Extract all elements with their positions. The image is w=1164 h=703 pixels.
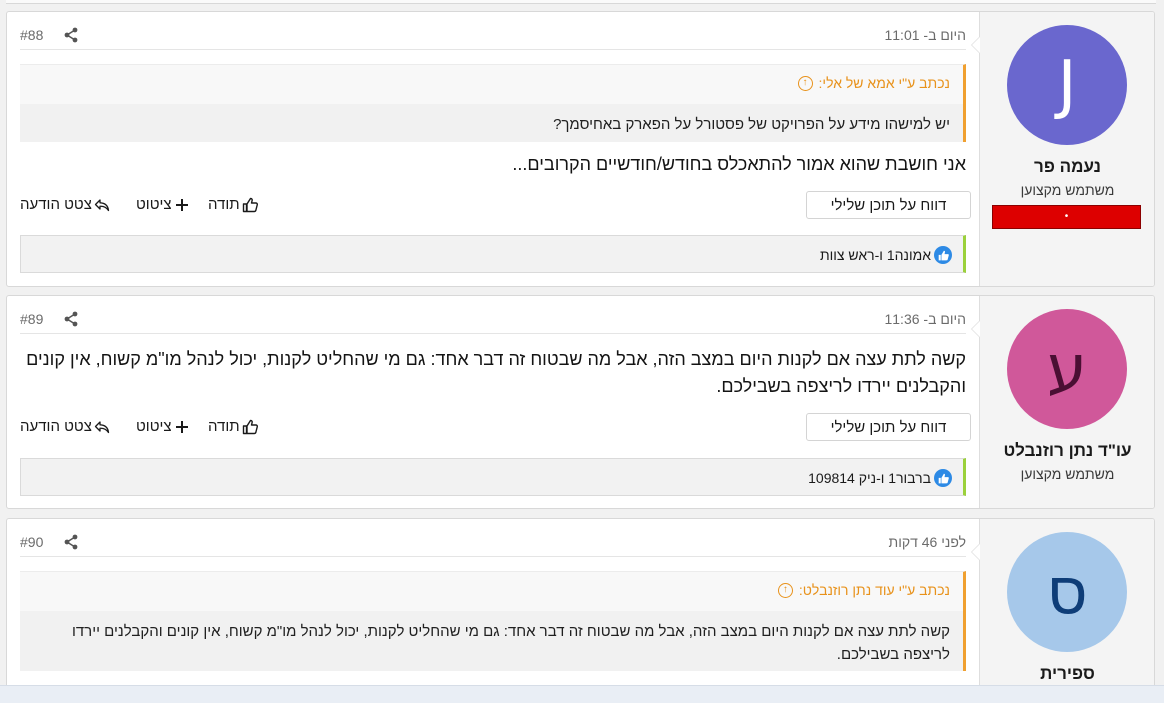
plus-icon	[175, 420, 188, 433]
post-number[interactable]: #90	[20, 534, 43, 550]
thumbs-up-icon	[242, 197, 258, 212]
user-panel: ס ספירית	[971, 519, 1154, 703]
post-header: לפני 46 דקות #90	[20, 519, 966, 557]
likes-bar: ברבור1 ו-ניק 109814	[20, 458, 966, 496]
post-main: היום ב- 11:36 #89 קשה לתת עצה אם לקנות ה…	[7, 296, 979, 508]
avatar-letter: ע	[1046, 332, 1088, 406]
user-banner: •	[992, 205, 1141, 229]
likes-text: אמונה1 ו-ראש צוות	[819, 247, 931, 263]
quote-message-button[interactable]: צטט הודעה	[20, 418, 110, 435]
quote-text: יש למישהו מידע על הפרויקט של פסטורל על ה…	[20, 104, 963, 142]
avatar-letter: ס	[1046, 555, 1088, 629]
post-main: היום ב- 11:01 #88 נכתב ע"י אמא של אלי: ↑…	[7, 12, 979, 286]
reply-icon	[94, 420, 110, 433]
quote-message-button[interactable]: צטט הודעה	[20, 196, 110, 213]
thanks-button[interactable]: תודה	[208, 418, 258, 435]
thanks-label: תודה	[208, 418, 240, 435]
quote-label: ציטוט	[136, 418, 172, 435]
report-button[interactable]: דווח על תוכן שלילי	[806, 191, 971, 219]
post-header: היום ב- 11:01 #88	[20, 12, 966, 50]
reply-icon	[94, 198, 110, 211]
user-panel: J נעמה פר משתמש מקצוען •	[971, 12, 1154, 286]
post-date[interactable]: היום ב- 11:01	[884, 27, 966, 43]
share-icon[interactable]	[63, 27, 79, 43]
previous-post-edge	[6, 0, 1156, 4]
bottom-bar	[0, 685, 1164, 703]
user-panel: ע עו"ד נתן רוזנבלט משתמש מקצוען	[971, 296, 1154, 508]
avatar[interactable]: J	[1007, 25, 1127, 145]
post-89: ע עו"ד נתן רוזנבלט משתמש מקצוען היום ב- …	[6, 295, 1155, 509]
user-name[interactable]: ספירית	[980, 664, 1154, 684]
quote-label: ציטוט	[136, 196, 172, 213]
likes-list[interactable]: ברבור1 ו-ניק 109814	[808, 469, 952, 487]
quote-block: נכתב ע"י עוד נתן רוזנבלט: ↑ קשה לתת עצה …	[20, 571, 966, 671]
likes-list[interactable]: אמונה1 ו-ראש צוות	[820, 246, 952, 264]
report-button[interactable]: דווח על תוכן שלילי	[806, 413, 971, 441]
quote-message-label: צטט הודעה	[20, 196, 92, 213]
quote-author-label: נכתב ע"י עוד נתן רוזנבלט:	[798, 582, 950, 598]
post-90: ס ספירית לפני 46 דקות #90 נכתב ע"י עוד נ…	[6, 518, 1155, 703]
quote-button[interactable]: ציטוט	[136, 418, 190, 435]
thumbs-up-icon	[242, 419, 258, 434]
like-icon	[934, 469, 952, 487]
user-name[interactable]: עו"ד נתן רוזנבלט	[980, 441, 1154, 461]
likes-text: ברבור1 ו-ניק 109814	[808, 470, 931, 486]
avatar-letter: J	[1057, 48, 1077, 122]
thanks-button[interactable]: תודה	[208, 196, 258, 213]
post-date[interactable]: לפני 46 דקות	[889, 534, 966, 550]
post-main: לפני 46 דקות #90 נכתב ע"י עוד נתן רוזנבל…	[7, 519, 979, 703]
user-name[interactable]: נעמה פר	[980, 157, 1154, 177]
plus-icon	[175, 198, 188, 211]
post-number[interactable]: #89	[20, 311, 43, 327]
share-icon[interactable]	[63, 534, 79, 550]
quote-author[interactable]: נכתב ע"י אמא של אלי: ↑	[797, 75, 950, 91]
quote-message-label: צטט הודעה	[20, 418, 92, 435]
avatar[interactable]: ע	[1007, 309, 1127, 429]
user-title: משתמש מקצוען	[1020, 466, 1115, 482]
post-number[interactable]: #88	[20, 27, 43, 43]
post-date[interactable]: היום ב- 11:36	[884, 311, 966, 327]
likes-bar: אמונה1 ו-ראש צוות	[20, 235, 966, 273]
post-text: קשה לתת עצה אם לקנות היום במצב הזה, אבל …	[26, 349, 966, 396]
quote-author[interactable]: נכתב ע"י עוד נתן רוזנבלט: ↑	[777, 582, 950, 598]
post-text: אני חושבת שהוא אמור להתאכלס בחודש/חודשיי…	[512, 154, 966, 174]
user-title: משתמש מקצוען	[1020, 182, 1115, 198]
share-icon[interactable]	[63, 311, 79, 327]
quote-text: קשה לתת עצה אם לקנות היום במצב הזה, אבל …	[20, 611, 963, 671]
quote-button[interactable]: ציטוט	[136, 196, 190, 213]
quote-author-label: נכתב ע"י אמא של אלי:	[818, 75, 950, 91]
avatar[interactable]: ס	[1007, 532, 1127, 652]
like-icon	[934, 246, 952, 264]
post-actions: דווח על תוכן שלילי תודה ציטוט צטט הודעה	[20, 191, 971, 221]
post-header: היום ב- 11:36 #89	[20, 296, 966, 334]
post-88: J נעמה פר משתמש מקצוען • היום ב- 11:01 #…	[6, 11, 1155, 287]
post-actions: דווח על תוכן שלילי תודה ציטוט צטט הודעה	[20, 413, 971, 443]
arrow-up-icon[interactable]: ↑	[797, 75, 813, 91]
thanks-label: תודה	[208, 196, 240, 213]
quote-block: נכתב ע"י אמא של אלי: ↑ יש למישהו מידע על…	[20, 64, 966, 142]
arrow-up-icon[interactable]: ↑	[777, 582, 793, 598]
